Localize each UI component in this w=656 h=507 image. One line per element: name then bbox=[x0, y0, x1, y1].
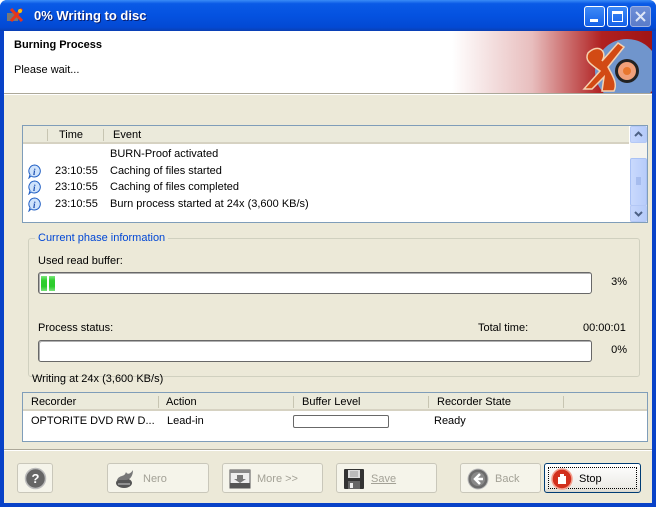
log-row[interactable]: BURN-Proof activated bbox=[23, 146, 629, 163]
read-buffer-fill bbox=[41, 276, 55, 291]
group-legend: Current phase information bbox=[35, 232, 169, 244]
log-time: 23:10:55 bbox=[55, 181, 98, 193]
log-row[interactable]: i 23:10:55 Caching of files started bbox=[23, 163, 629, 180]
progress-chunk bbox=[41, 276, 47, 291]
header-divider bbox=[4, 93, 652, 95]
read-buffer-progress bbox=[38, 272, 592, 294]
column-divider[interactable] bbox=[158, 396, 159, 408]
read-buffer-label: Used read buffer: bbox=[38, 255, 123, 267]
read-buffer-percent: 3% bbox=[611, 276, 627, 288]
more-options-icon bbox=[229, 469, 251, 489]
process-status-label: Process status: bbox=[38, 322, 114, 334]
current-phase-group: Current phase information Used read buff… bbox=[28, 232, 640, 377]
process-status-percent: 0% bbox=[611, 344, 627, 356]
column-divider[interactable] bbox=[47, 129, 48, 141]
window-frame-right bbox=[652, 31, 656, 507]
column-header-action[interactable]: Action bbox=[166, 396, 197, 408]
nero-burn-icon bbox=[116, 470, 133, 488]
window-frame-bottom bbox=[0, 503, 656, 507]
page-title: Burning Process bbox=[14, 39, 103, 51]
column-header-buffer-level[interactable]: Buffer Level bbox=[302, 396, 361, 408]
header-panel: Burning Process Please wait... bbox=[4, 31, 652, 93]
column-header-time[interactable]: Time bbox=[59, 129, 83, 141]
back-button-label: Back bbox=[495, 473, 520, 485]
progress-chunk bbox=[49, 276, 55, 291]
recorder-action: Lead-in bbox=[167, 415, 204, 427]
log-event: Burn process started at 24x (3,600 KB/s) bbox=[110, 197, 309, 210]
scroll-up-button[interactable] bbox=[630, 126, 647, 143]
recorder-name: OPTORITE DVD RW D... bbox=[31, 415, 155, 427]
event-log-list[interactable]: Time Event BURN-Proof activated i 23:10:… bbox=[22, 125, 648, 223]
column-divider[interactable] bbox=[563, 396, 564, 408]
footer-divider bbox=[4, 449, 652, 451]
nero-button-label: Nero bbox=[143, 473, 167, 485]
recorder-list[interactable]: Recorder Action Buffer Level Recorder St… bbox=[22, 392, 648, 442]
svg-text:?: ? bbox=[32, 471, 40, 486]
recorder-state: Ready bbox=[434, 415, 466, 427]
log-event: Caching of files started bbox=[110, 164, 222, 177]
save-button-label: Save bbox=[371, 473, 397, 485]
stop-button[interactable]: Stop bbox=[544, 463, 641, 493]
save-button[interactable]: Save bbox=[336, 463, 437, 493]
back-arrow-icon bbox=[467, 468, 489, 490]
title-bar[interactable]: 0% Writing to disc bbox=[0, 0, 656, 31]
log-row[interactable]: i 23:10:55 Burn process started at 24x (… bbox=[23, 196, 629, 213]
help-button[interactable]: ? bbox=[17, 463, 53, 493]
column-divider[interactable] bbox=[103, 129, 104, 141]
maximize-icon bbox=[612, 11, 623, 22]
column-divider[interactable] bbox=[293, 396, 294, 408]
minimize-button[interactable] bbox=[584, 6, 605, 27]
event-log-header: Time Event bbox=[23, 126, 629, 144]
total-time-value: 00:00:01 bbox=[583, 322, 626, 334]
burn-window: 0% Writing to disc Burning Process Pleas… bbox=[0, 0, 656, 507]
recorder-list-header: Recorder Action Buffer Level Recorder St… bbox=[23, 393, 647, 411]
column-divider[interactable] bbox=[428, 396, 429, 408]
window-title: 0% Writing to disc bbox=[34, 8, 147, 23]
more-button-label: More >> bbox=[257, 473, 298, 485]
recorder-row[interactable]: OPTORITE DVD RW D... Lead-in Ready bbox=[23, 413, 647, 429]
nero-button[interactable]: Nero bbox=[107, 463, 209, 493]
close-icon bbox=[635, 11, 646, 22]
page-subtitle: Please wait... bbox=[14, 64, 80, 76]
event-log-scrollbar[interactable] bbox=[630, 126, 647, 222]
close-button[interactable] bbox=[630, 6, 651, 27]
chevron-up-icon bbox=[634, 131, 643, 137]
column-header-recorder-state[interactable]: Recorder State bbox=[437, 396, 511, 408]
total-time-label: Total time: bbox=[478, 322, 529, 334]
process-status-progress bbox=[38, 340, 592, 362]
recorder-buffer-level-bar bbox=[293, 415, 389, 428]
minimize-icon bbox=[590, 19, 598, 22]
info-icon: i bbox=[28, 196, 41, 212]
column-header-event[interactable]: Event bbox=[113, 129, 141, 141]
stop-hand-icon bbox=[551, 468, 573, 490]
log-event: BURN-Proof activated bbox=[110, 148, 219, 160]
save-floppy-icon bbox=[344, 469, 364, 489]
scroll-thumb[interactable] bbox=[630, 158, 647, 206]
back-button[interactable]: Back bbox=[460, 463, 541, 493]
dialog-body: Burning Process Please wait... Time Even… bbox=[4, 31, 652, 503]
log-row[interactable]: i 23:10:55 Caching of files completed bbox=[23, 179, 629, 196]
nero-app-icon bbox=[7, 7, 24, 23]
more-button[interactable]: More >> bbox=[222, 463, 323, 493]
log-time: 23:10:55 bbox=[55, 164, 98, 177]
log-time: 23:10:55 bbox=[55, 197, 98, 210]
nero-x-disc-logo bbox=[582, 39, 652, 93]
scroll-down-button[interactable] bbox=[630, 205, 647, 222]
chevron-down-icon bbox=[634, 211, 643, 217]
writing-speed-status: Writing at 24x (3,600 KB/s) bbox=[32, 373, 164, 385]
grip-icon bbox=[636, 177, 641, 185]
stop-button-label: Stop bbox=[579, 473, 602, 485]
column-header-recorder[interactable]: Recorder bbox=[31, 396, 76, 408]
nero-logo-banner bbox=[452, 31, 652, 93]
log-event: Caching of files completed bbox=[110, 181, 240, 193]
maximize-button[interactable] bbox=[607, 6, 628, 27]
info-icon: i bbox=[28, 163, 41, 179]
info-icon: i bbox=[28, 180, 41, 195]
help-icon: ? bbox=[24, 467, 47, 490]
